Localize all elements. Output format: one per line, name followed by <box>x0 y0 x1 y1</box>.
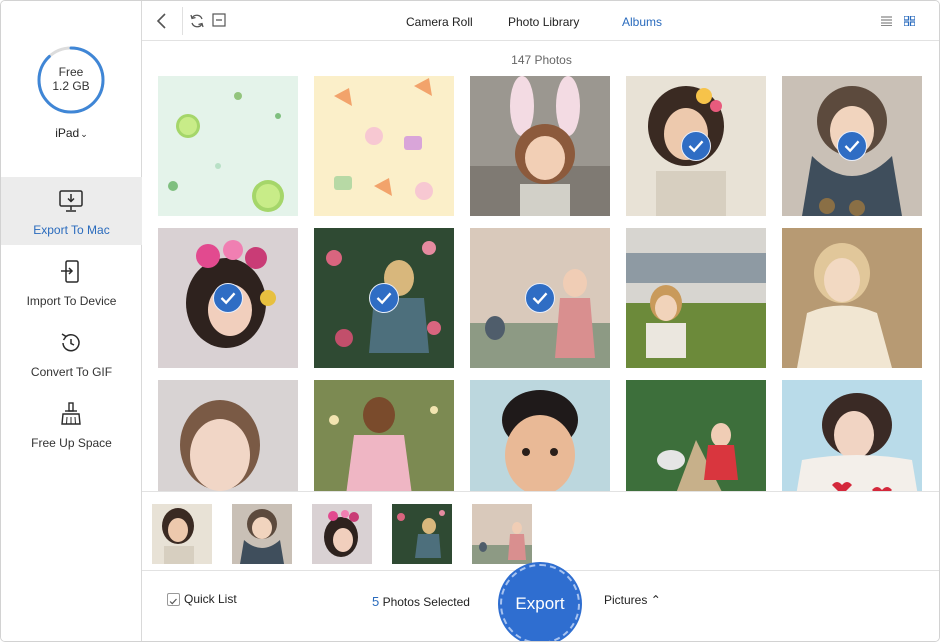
sidebar-item-free-up-space[interactable]: Free Up Space <box>1 390 142 458</box>
destination-selector[interactable]: Pictures ⌃ <box>604 593 661 607</box>
quick-list-checkbox[interactable] <box>167 593 180 606</box>
import-to-device-icon <box>61 260 79 283</box>
selected-tray <box>142 491 939 571</box>
storage-label: Free 1.2 GB <box>36 65 106 93</box>
photo-tile[interactable] <box>314 380 454 491</box>
selected-text: Photos Selected <box>382 595 470 609</box>
device-selector[interactable]: iPad⌄ <box>1 126 142 140</box>
app-window: Free 1.2 GB iPad⌄ Export To Mac Import T… <box>0 0 940 642</box>
checkmark-icon <box>681 131 711 161</box>
convert-to-gif-icon <box>61 333 80 352</box>
sidebar-item-convert-to-gif[interactable]: Convert To GIF <box>1 319 142 387</box>
tab-albums[interactable]: Albums <box>622 15 662 29</box>
broom-icon <box>61 402 81 425</box>
bottom-bar: Quick List 5 Photos Selected Export Pict… <box>142 564 939 641</box>
photo-tile[interactable] <box>626 228 766 368</box>
sidebar-item-label: Import To Device <box>26 294 117 308</box>
photo-tile[interactable] <box>626 76 766 216</box>
quick-list-label: Quick List <box>184 592 237 606</box>
selected-thumbnail[interactable] <box>312 504 372 564</box>
checkmark-icon <box>169 598 177 605</box>
delete-icon[interactable] <box>212 13 226 27</box>
photo-tile[interactable] <box>314 76 454 216</box>
selected-thumbnail[interactable] <box>472 504 532 564</box>
toolbar-divider <box>182 7 183 35</box>
photo-tile[interactable] <box>158 380 298 491</box>
refresh-icon[interactable] <box>189 13 205 29</box>
checkmark-icon <box>213 283 243 313</box>
photo-tile[interactable] <box>158 76 298 216</box>
tab-photo-library[interactable]: Photo Library <box>508 15 579 29</box>
photo-tile[interactable] <box>470 380 610 491</box>
sidebar-item-label: Free Up Space <box>31 436 112 450</box>
back-arrow-icon[interactable] <box>154 12 170 30</box>
tab-camera-roll[interactable]: Camera Roll <box>406 15 473 29</box>
grid-view-icon[interactable] <box>904 16 915 26</box>
sidebar-item-import-to-device[interactable]: Import To Device <box>1 248 142 316</box>
storage-free-value: 1.2 GB <box>52 79 90 93</box>
chevron-down-icon: ⌄ <box>80 129 88 139</box>
checkmark-icon <box>369 283 399 313</box>
photo-tile[interactable] <box>314 228 454 368</box>
photo-tile[interactable] <box>470 228 610 368</box>
sidebar-item-label: Export To Mac <box>33 223 110 237</box>
export-button[interactable]: Export <box>500 564 580 641</box>
photo-tile[interactable] <box>782 380 922 491</box>
photo-tile[interactable] <box>782 228 922 368</box>
selected-thumbnail[interactable] <box>392 504 452 564</box>
checkmark-icon <box>525 283 555 313</box>
photo-tile[interactable] <box>626 380 766 491</box>
up-down-chevron-icon: ⌃ <box>650 593 661 607</box>
list-view-icon[interactable] <box>881 16 892 26</box>
photo-tile[interactable] <box>158 228 298 368</box>
storage-free-label: Free <box>58 65 84 79</box>
toolbar: Camera Roll Photo Library Albums <box>142 1 939 41</box>
selected-thumbnail[interactable] <box>232 504 292 564</box>
checkmark-icon <box>837 131 867 161</box>
selected-count: 5 <box>372 594 380 609</box>
selection-summary: 5 Photos Selected <box>372 594 470 609</box>
sidebar-item-label: Convert To GIF <box>30 365 113 379</box>
photo-tile[interactable] <box>782 76 922 216</box>
selected-thumbnail[interactable] <box>152 504 212 564</box>
sidebar: Free 1.2 GB iPad⌄ Export To Mac Import T… <box>1 1 142 641</box>
export-to-mac-icon <box>59 190 83 212</box>
device-name: iPad <box>55 126 80 140</box>
destination-label: Pictures <box>604 593 648 607</box>
sidebar-item-export-to-mac[interactable]: Export To Mac <box>1 177 142 245</box>
photo-grid <box>142 76 939 491</box>
photo-tile[interactable] <box>470 76 610 216</box>
photo-count: 147 Photos <box>511 53 572 67</box>
